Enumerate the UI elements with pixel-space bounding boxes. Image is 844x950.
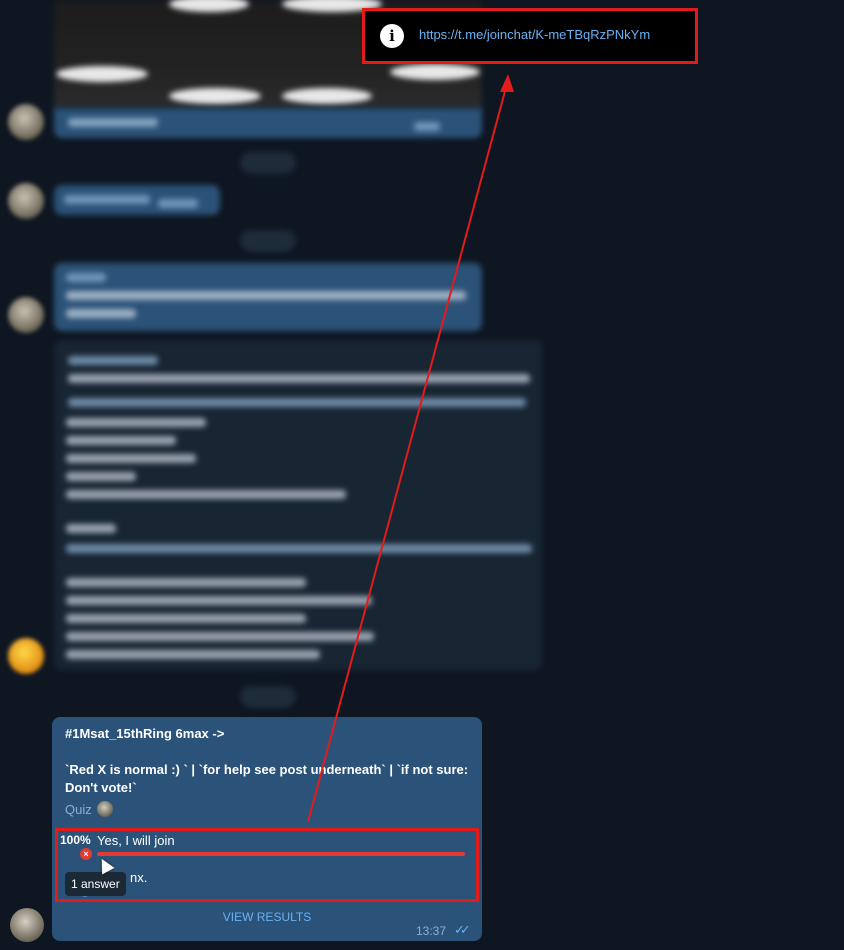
annotation-arrow [307,74,514,823]
